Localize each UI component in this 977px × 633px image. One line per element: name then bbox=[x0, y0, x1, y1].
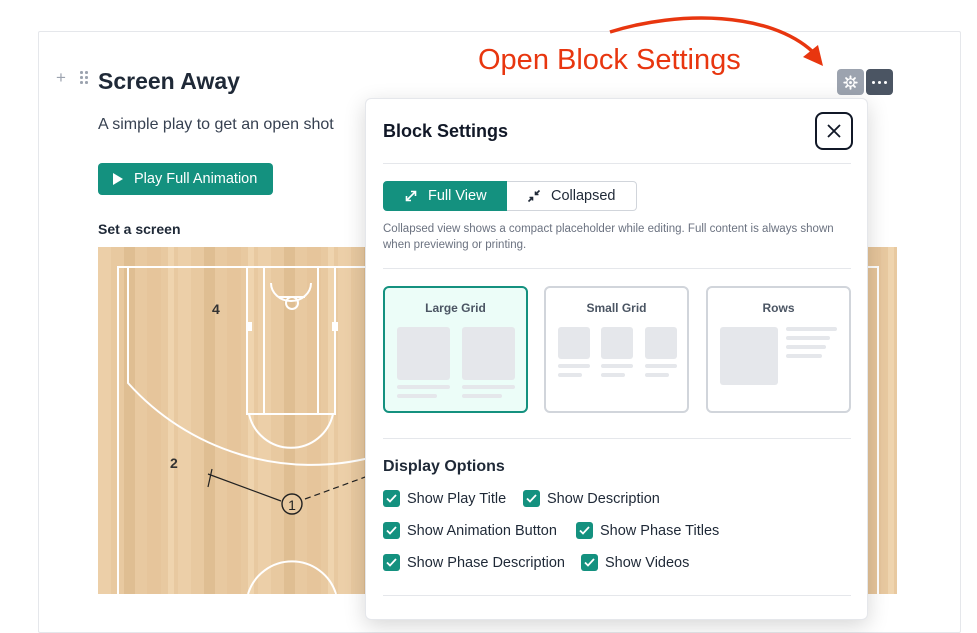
play-description[interactable]: A simple play to get an open shot bbox=[98, 116, 334, 134]
view-mode-help-text: Collapsed view shows a compact placehold… bbox=[383, 223, 834, 251]
layout-preview bbox=[645, 373, 669, 377]
layout-preview bbox=[397, 327, 450, 380]
collapsed-view-label: Collapsed bbox=[551, 188, 616, 204]
play-icon bbox=[113, 173, 123, 185]
layout-preview bbox=[601, 364, 633, 368]
play-title[interactable]: Screen Away bbox=[98, 67, 240, 95]
option-show-play-title[interactable]: Show Play Title bbox=[383, 490, 506, 507]
option-label: Show Play Title bbox=[407, 490, 507, 507]
annotation-arrow-icon bbox=[609, 16, 823, 66]
check-icon bbox=[526, 494, 537, 503]
layout-preview bbox=[786, 354, 822, 358]
collapse-icon bbox=[527, 189, 541, 203]
layout-preview bbox=[645, 327, 677, 359]
divider bbox=[383, 438, 851, 439]
checkbox-checked[interactable] bbox=[581, 554, 598, 571]
checkbox-checked[interactable] bbox=[523, 490, 540, 507]
player-1-label: 1 bbox=[288, 497, 296, 513]
checkbox-checked[interactable] bbox=[383, 490, 400, 507]
play-full-animation-button[interactable]: Play Full Animation bbox=[98, 163, 273, 195]
layout-preview bbox=[462, 385, 515, 389]
block-settings-button[interactable] bbox=[837, 69, 864, 95]
option-show-description[interactable]: Show Description bbox=[523, 490, 660, 507]
layout-preview bbox=[720, 327, 778, 385]
layout-preview bbox=[601, 373, 625, 377]
more-horizontal-icon bbox=[871, 80, 889, 84]
gear-icon bbox=[843, 74, 858, 90]
block-settings-panel: Block Settings Full View Collapsed Colla… bbox=[365, 98, 868, 620]
check-icon bbox=[386, 526, 397, 535]
layout-preview bbox=[558, 373, 582, 377]
layout-preview bbox=[645, 364, 677, 368]
layout-preview bbox=[601, 327, 633, 359]
block-more-button[interactable] bbox=[866, 69, 893, 95]
option-label: Show Videos bbox=[605, 554, 690, 571]
check-icon bbox=[584, 558, 595, 567]
view-mode-toggle: Full View Collapsed bbox=[383, 181, 637, 211]
layout-option-small-grid[interactable]: Small Grid bbox=[544, 286, 689, 413]
add-block-icon[interactable]: + bbox=[56, 68, 66, 88]
option-show-animation-button[interactable]: Show Animation Button bbox=[383, 522, 557, 539]
divider bbox=[383, 595, 851, 596]
layout-label-small-grid: Small Grid bbox=[586, 301, 647, 315]
player-2-label: 2 bbox=[170, 455, 178, 471]
option-show-videos[interactable]: Show Videos bbox=[581, 554, 689, 571]
checkbox-checked[interactable] bbox=[576, 522, 593, 539]
divider bbox=[383, 163, 851, 164]
option-label: Show Phase Titles bbox=[600, 522, 720, 539]
layout-option-rows[interactable]: Rows bbox=[706, 286, 851, 413]
checkbox-checked[interactable] bbox=[383, 554, 400, 571]
option-label: Show Animation Button bbox=[407, 522, 557, 539]
drag-handle-icon[interactable] bbox=[80, 71, 90, 85]
play-full-animation-label: Play Full Animation bbox=[134, 171, 258, 187]
check-icon bbox=[386, 494, 397, 503]
check-icon bbox=[579, 526, 590, 535]
close-icon bbox=[827, 124, 841, 138]
check-icon bbox=[386, 558, 397, 567]
expand-icon bbox=[405, 190, 417, 202]
layout-label-large-grid: Large Grid bbox=[425, 301, 486, 315]
layout-preview bbox=[558, 327, 590, 359]
option-label: Show Description bbox=[547, 490, 660, 507]
layout-preview bbox=[397, 385, 450, 389]
full-view-button[interactable]: Full View bbox=[383, 181, 507, 211]
full-view-label: Full View bbox=[428, 188, 487, 204]
panel-title: Block Settings bbox=[383, 121, 509, 141]
collapsed-view-button[interactable]: Collapsed bbox=[507, 181, 637, 211]
layout-preview bbox=[397, 394, 437, 398]
layout-preview bbox=[462, 327, 515, 380]
option-show-phase-description[interactable]: Show Phase Description bbox=[383, 554, 565, 571]
layout-label-rows: Rows bbox=[762, 301, 795, 315]
display-options-heading: Display Options bbox=[383, 458, 505, 475]
layout-preview bbox=[786, 327, 837, 331]
checkbox-checked[interactable] bbox=[383, 522, 400, 539]
close-button[interactable] bbox=[815, 112, 853, 150]
option-show-phase-titles[interactable]: Show Phase Titles bbox=[576, 522, 719, 539]
layout-preview bbox=[786, 336, 830, 340]
option-label: Show Phase Description bbox=[407, 554, 565, 571]
layout-preview bbox=[462, 394, 502, 398]
layout-preview bbox=[558, 364, 590, 368]
phase-title[interactable]: Set a screen bbox=[98, 221, 181, 237]
layout-option-large-grid[interactable]: Large Grid bbox=[383, 286, 528, 413]
divider bbox=[383, 268, 851, 269]
player-4-label: 4 bbox=[212, 301, 220, 317]
layout-preview bbox=[786, 345, 826, 349]
